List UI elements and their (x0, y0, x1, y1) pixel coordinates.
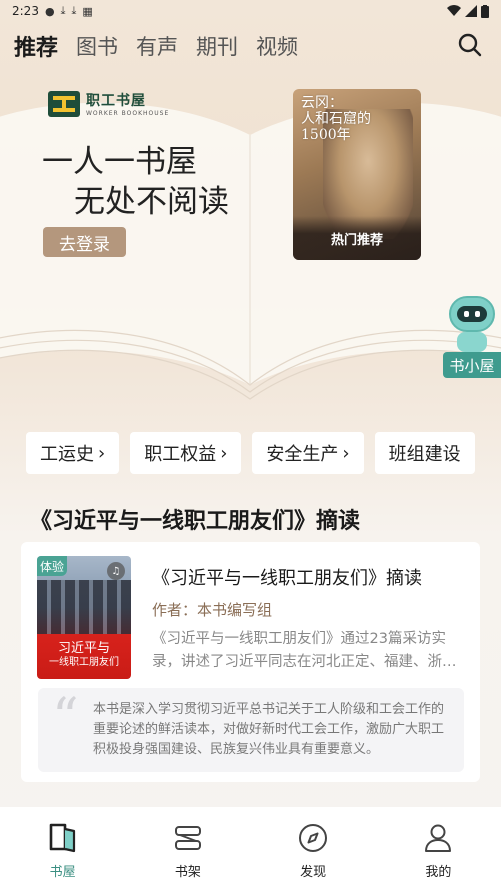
assistant-robot-button[interactable]: 书小屋 (443, 296, 501, 382)
logo-text-cn: 职工书屋 (86, 93, 146, 109)
user-icon (425, 824, 452, 852)
status-bar: 2:23 ● ⤓ ⤓ ▦ (0, 0, 501, 22)
tab-videos[interactable]: 视频 (256, 31, 298, 61)
alert-icon: ● (44, 4, 55, 18)
category-chip-team-building[interactable]: 班组建设 (374, 432, 475, 474)
quote-text: 本书是深入学习贯彻习近平总书记关于工人阶级和工会工作的重要论述的鲜活读本，对做好… (93, 702, 445, 757)
download-icon: ⤓ (60, 4, 66, 17)
compass-icon (299, 824, 328, 852)
category-chips: 工运史 › 职工权益 › 安全生产 › 班组建设 (26, 432, 501, 474)
brand-logo: 职工书屋 WORKER BOOKHOUSE (48, 90, 169, 117)
top-tab-bar: 推荐 图书 有声 期刊 视频 (0, 26, 501, 66)
nav-item-bookhouse[interactable]: 书屋 (0, 807, 125, 892)
bookshelf-icon (174, 826, 201, 850)
battery-icon (481, 4, 489, 18)
logo-text-en: WORKER BOOKHOUSE (86, 110, 170, 117)
chevron-right-icon: › (342, 442, 350, 464)
tab-recommend[interactable]: 推荐 (14, 30, 58, 62)
chevron-right-icon: › (98, 442, 106, 464)
section-title: 《习近平与一线职工朋友们》摘读 (30, 509, 361, 534)
logo-mark-icon (48, 90, 80, 117)
signal-icon (465, 5, 477, 17)
login-button[interactable]: 去登录 (43, 227, 126, 257)
trial-badge: 体验 (37, 556, 67, 576)
book-author: 作者：本书编写组 (152, 601, 273, 619)
robot-icon (449, 296, 495, 332)
tab-audio[interactable]: 有声 (136, 31, 178, 61)
book-description: 《习近平与一线职工朋友们》通过23篇采访实录，讲述了习近平同志在河北正定、福建、… (152, 631, 446, 670)
featured-label: 热门推荐 (330, 233, 383, 248)
featured-cover-title: 云冈： 人和石窟的 1500年 (301, 95, 371, 143)
featured-book-cover[interactable]: 云冈： 人和石窟的 1500年 热门推荐 (293, 89, 421, 260)
book-quote: “ 本书是深入学习贯彻习近平总书记关于工人阶级和工会工作的重要论述的鲜活读本，对… (38, 688, 464, 772)
category-chip-worker-rights[interactable]: 职工权益 › (130, 432, 242, 474)
headphones-icon: ♫ (107, 562, 125, 580)
assistant-label: 书小屋 (443, 352, 501, 378)
book-title[interactable]: 《习近平与一线职工朋友们》摘读 (152, 564, 422, 590)
book-open-icon (49, 823, 75, 853)
wifi-icon (447, 5, 461, 16)
search-icon[interactable] (457, 32, 483, 58)
bottom-nav: 书屋 书架 发现 我的 (0, 807, 501, 892)
thumb-title-line-2: 一线职工朋友们 (49, 657, 119, 668)
tab-books[interactable]: 图书 (76, 31, 118, 61)
category-chip-safety[interactable]: 安全生产 › (252, 432, 364, 474)
status-time: 2:23 (12, 4, 39, 18)
chevron-right-icon: › (220, 442, 228, 464)
tab-journals[interactable]: 期刊 (196, 31, 238, 61)
slogan-line-1: 一人一书屋 (42, 144, 197, 180)
a-icon: ▦ (82, 4, 93, 18)
download-icon: ⤓ (71, 4, 77, 17)
category-chip-labor-history[interactable]: 工运史 › (26, 432, 120, 474)
quote-icon: “ (52, 688, 79, 748)
book-photo (37, 580, 131, 634)
book-thumbnail[interactable]: 体验 ♫ 习近平与 一线职工朋友们 (37, 556, 131, 679)
nav-item-discover[interactable]: 发现 (251, 807, 376, 892)
slogan-line-2: 无处不阅读 (74, 184, 229, 220)
nav-item-mine[interactable]: 我的 (376, 807, 501, 892)
nav-item-bookshelf[interactable]: 书架 (125, 807, 250, 892)
book-card[interactable]: 体验 ♫ 习近平与 一线职工朋友们 《习近平与一线职工朋友们》摘读 作者：本书编… (21, 542, 480, 782)
